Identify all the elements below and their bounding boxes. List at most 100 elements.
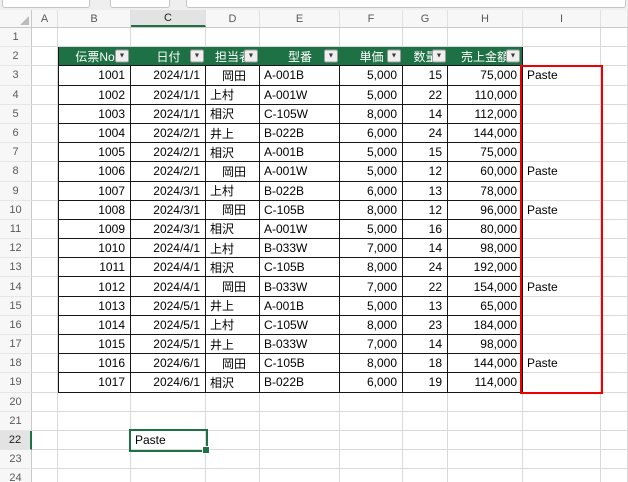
cell-B16[interactable]: 1014 <box>58 316 131 335</box>
cell-D23[interactable] <box>206 450 260 469</box>
column-header-F[interactable]: F <box>340 10 403 27</box>
cell-G24[interactable] <box>403 469 448 482</box>
cell-A20[interactable] <box>32 393 58 412</box>
column-header-J[interactable] <box>601 10 628 27</box>
cell-D6[interactable]: 井上 <box>206 124 260 143</box>
cell-A21[interactable] <box>32 412 58 431</box>
cell-F21[interactable] <box>340 412 403 431</box>
cell-H16[interactable]: 184,000 <box>448 316 523 335</box>
cell-D14[interactable]: 岡田 <box>206 277 260 296</box>
cell-H17[interactable]: 98,000 <box>448 335 523 354</box>
cell-I14[interactable]: Paste <box>523 277 601 296</box>
cell-F5[interactable]: 8,000 <box>340 105 403 124</box>
cell-A3[interactable] <box>32 66 58 85</box>
cell-B19[interactable]: 1017 <box>58 373 131 392</box>
row-header-18[interactable]: 18 <box>0 354 32 373</box>
cell-C2[interactable]: 日付▼ <box>131 47 206 66</box>
cell-G6[interactable]: 24 <box>403 124 448 143</box>
row-header-19[interactable]: 19 <box>0 373 32 392</box>
cell-B15[interactable]: 1013 <box>58 297 131 316</box>
cell-G8[interactable]: 12 <box>403 162 448 181</box>
cell-B14[interactable]: 1012 <box>58 277 131 296</box>
cell-H1[interactable] <box>448 28 523 47</box>
cell-J22[interactable] <box>601 431 628 450</box>
cell-E10[interactable]: C-105B <box>260 201 340 220</box>
cell-E17[interactable]: B-033W <box>260 335 340 354</box>
cell-H22[interactable] <box>448 431 523 450</box>
filter-button[interactable]: ▼ <box>432 50 446 63</box>
cell-D17[interactable]: 井上 <box>206 335 260 354</box>
cell-J5[interactable] <box>601 105 628 124</box>
cell-B13[interactable]: 1011 <box>58 258 131 277</box>
cell-H8[interactable]: 60,000 <box>448 162 523 181</box>
filter-button[interactable]: ▼ <box>190 50 204 63</box>
cell-E21[interactable] <box>260 412 340 431</box>
row-header-15[interactable]: 15 <box>0 297 32 316</box>
cell-J16[interactable] <box>601 316 628 335</box>
cell-G17[interactable]: 14 <box>403 335 448 354</box>
cell-C3[interactable]: 2024/1/1 <box>131 66 206 85</box>
cell-B21[interactable] <box>58 412 131 431</box>
cell-C24[interactable] <box>131 469 206 482</box>
cell-E5[interactable]: C-105W <box>260 105 340 124</box>
cell-E23[interactable] <box>260 450 340 469</box>
cell-F6[interactable]: 6,000 <box>340 124 403 143</box>
cell-I21[interactable] <box>523 412 601 431</box>
row-header-17[interactable]: 17 <box>0 335 32 354</box>
cell-I8[interactable]: Paste <box>523 162 601 181</box>
cell-A11[interactable] <box>32 220 58 239</box>
cell-A18[interactable] <box>32 354 58 373</box>
cell-B10[interactable]: 1008 <box>58 201 131 220</box>
cell-C9[interactable]: 2024/3/1 <box>131 182 206 201</box>
column-header-G[interactable]: G <box>403 10 448 27</box>
cell-C7[interactable]: 2024/2/1 <box>131 143 206 162</box>
cell-F15[interactable]: 5,000 <box>340 297 403 316</box>
cell-G23[interactable] <box>403 450 448 469</box>
cell-F10[interactable]: 8,000 <box>340 201 403 220</box>
cell-E15[interactable]: A-001B <box>260 297 340 316</box>
cell-H20[interactable] <box>448 393 523 412</box>
cell-E6[interactable]: B-022B <box>260 124 340 143</box>
cell-E9[interactable]: B-022B <box>260 182 340 201</box>
cell-A17[interactable] <box>32 335 58 354</box>
cell-I5[interactable] <box>523 105 601 124</box>
cell-G12[interactable]: 14 <box>403 239 448 258</box>
cell-J8[interactable] <box>601 162 628 181</box>
cell-G22[interactable] <box>403 431 448 450</box>
cell-I11[interactable] <box>523 220 601 239</box>
cell-J15[interactable] <box>601 297 628 316</box>
cell-C22[interactable]: Paste <box>131 431 206 450</box>
cell-B17[interactable]: 1015 <box>58 335 131 354</box>
cell-H24[interactable] <box>448 469 523 482</box>
cell-H11[interactable]: 80,000 <box>448 220 523 239</box>
column-header-D[interactable]: D <box>206 10 260 27</box>
column-header-E[interactable]: E <box>260 10 340 27</box>
cell-H23[interactable] <box>448 450 523 469</box>
cell-E16[interactable]: C-105W <box>260 316 340 335</box>
cell-G13[interactable]: 24 <box>403 258 448 277</box>
cell-J13[interactable] <box>601 258 628 277</box>
cell-A14[interactable] <box>32 277 58 296</box>
cell-A4[interactable] <box>32 86 58 105</box>
cell-C12[interactable]: 2024/4/1 <box>131 239 206 258</box>
row-header-2[interactable]: 2 <box>0 47 32 66</box>
row-header-23[interactable]: 23 <box>0 450 32 469</box>
cell-F13[interactable]: 8,000 <box>340 258 403 277</box>
row-header-7[interactable]: 7 <box>0 143 32 162</box>
cell-J10[interactable] <box>601 201 628 220</box>
cell-G5[interactable]: 14 <box>403 105 448 124</box>
cell-C18[interactable]: 2024/6/1 <box>131 354 206 373</box>
cell-C15[interactable]: 2024/5/1 <box>131 297 206 316</box>
cell-H9[interactable]: 78,000 <box>448 182 523 201</box>
column-header-A[interactable]: A <box>32 10 58 27</box>
cell-E3[interactable]: A-001B <box>260 66 340 85</box>
cell-J7[interactable] <box>601 143 628 162</box>
cell-J14[interactable] <box>601 277 628 296</box>
cell-I13[interactable] <box>523 258 601 277</box>
cell-E19[interactable]: B-022B <box>260 373 340 392</box>
cell-F22[interactable] <box>340 431 403 450</box>
cell-B12[interactable]: 1010 <box>58 239 131 258</box>
cell-J23[interactable] <box>601 450 628 469</box>
cell-E2[interactable]: 型番▼ <box>260 47 340 66</box>
cell-A10[interactable] <box>32 201 58 220</box>
